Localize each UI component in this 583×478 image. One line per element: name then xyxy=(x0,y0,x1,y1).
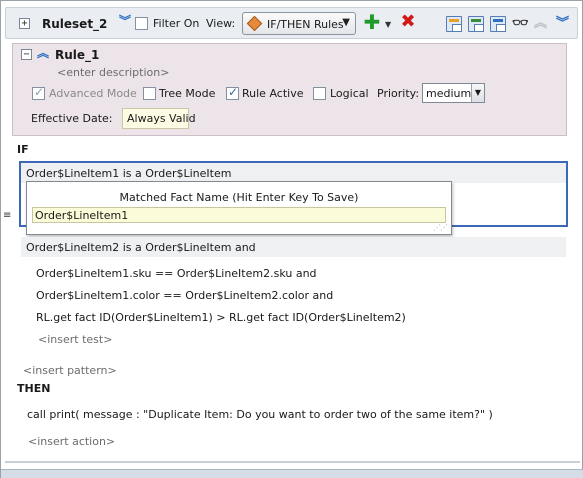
move-up-icon[interactable]: ︽ xyxy=(534,16,547,32)
effective-date-field[interactable]: Always Valid xyxy=(122,108,196,129)
logical-checkbox[interactable] xyxy=(313,87,326,100)
delete-icon[interactable]: ✖ xyxy=(399,13,417,31)
action-expression[interactable]: call print( message : "Duplicate Item: D… xyxy=(27,408,493,421)
test-expression[interactable]: Order$LineItem1.color == Order$LineItem2… xyxy=(36,289,333,302)
advanced-mode-checkbox[interactable] xyxy=(32,85,45,100)
pattern-row[interactable]: Order$LineItem1 is a Order$LineItem xyxy=(21,163,566,183)
advanced-mode-label: Advanced Mode xyxy=(49,87,137,100)
add-dropdown-icon[interactable]: ▼ xyxy=(385,17,391,33)
duplicate-icon[interactable] xyxy=(490,16,506,32)
pattern-text: Order$LineItem1 is a Order$LineItem xyxy=(26,167,232,180)
priority-label: Priority: xyxy=(377,87,420,100)
chevron-down-icon: ▼ xyxy=(342,17,350,28)
divider xyxy=(5,461,580,463)
rule-description[interactable]: <enter description> xyxy=(57,66,169,79)
rule-collapse-icon[interactable]: − xyxy=(21,49,32,60)
view-label: View: xyxy=(206,17,236,30)
tree-icon[interactable] xyxy=(446,16,462,32)
tree-mode-checkbox[interactable] xyxy=(143,87,156,100)
popup-title: Matched Fact Name (Hit Enter Key To Save… xyxy=(119,191,359,204)
insert-test-link[interactable]: <insert test> xyxy=(38,333,112,346)
add-icon[interactable]: ✚ xyxy=(363,12,381,32)
effective-date-label: Effective Date: xyxy=(31,112,113,125)
chevron-down-icon: ▼ xyxy=(471,84,484,102)
move-down-icon[interactable]: ︾ xyxy=(556,16,569,32)
priority-select[interactable]: medium ▼ xyxy=(422,83,485,103)
rule-active-checkbox[interactable] xyxy=(226,85,239,100)
fact-name-input[interactable]: Order$LineItem1 xyxy=(32,207,446,223)
test-expression[interactable]: Order$LineItem1.sku == Order$LineItem2.s… xyxy=(36,267,317,280)
tree-mode-label: Tree Mode xyxy=(159,87,216,100)
ruleset-name: Ruleset_2 xyxy=(42,17,108,31)
resize-grip-icon[interactable]: ⋰⋰ xyxy=(433,223,448,232)
rule-panel: − ︽ Rule_1 <enter description> Advanced … xyxy=(12,43,567,136)
drag-handle-icon[interactable]: ≡ xyxy=(3,210,11,221)
filter-on-checkbox[interactable] xyxy=(135,17,148,30)
pattern-row[interactable]: Order$LineItem2 is a Order$LineItem and xyxy=(21,237,566,257)
matched-fact-name-popup: Matched Fact Name (Hit Enter Key To Save… xyxy=(26,181,452,235)
rule-active-label: Rule Active xyxy=(242,87,304,100)
test-expression[interactable]: RL.get fact ID(Order$LineItem1) > RL.get… xyxy=(36,311,406,324)
logical-label: Logical xyxy=(330,87,369,100)
insert-pattern-link[interactable]: <insert pattern> xyxy=(23,364,117,377)
view-select-value: IF/THEN Rules xyxy=(267,18,344,31)
glasses-icon[interactable]: 👓︎ xyxy=(512,16,529,32)
filter-on-label: Filter On xyxy=(153,17,200,30)
priority-value: medium xyxy=(426,87,472,100)
ruleset-toolbar: + Ruleset_2 ︾ Filter On View: IF/THEN Ru… xyxy=(5,7,578,39)
then-label: THEN xyxy=(17,382,51,395)
expand-rule-icon[interactable]: ︽ xyxy=(37,47,49,59)
copy-icon[interactable] xyxy=(468,16,484,32)
pattern-text: Order$LineItem2 is a Order$LineItem and xyxy=(26,241,256,254)
collapse-all-icon[interactable]: ︾ xyxy=(119,15,131,27)
insert-action-link[interactable]: <insert action> xyxy=(28,435,115,448)
rule-name: Rule_1 xyxy=(55,48,100,62)
horizontal-scrollbar[interactable] xyxy=(1,469,583,478)
rules-diamond-icon xyxy=(246,15,263,32)
if-label: IF xyxy=(17,143,29,156)
ruleset-expand-icon[interactable]: + xyxy=(19,18,30,29)
rule-editor-frame: + Ruleset_2 ︾ Filter On View: IF/THEN Ru… xyxy=(0,0,583,478)
view-select[interactable]: IF/THEN Rules ▼ xyxy=(242,12,356,35)
